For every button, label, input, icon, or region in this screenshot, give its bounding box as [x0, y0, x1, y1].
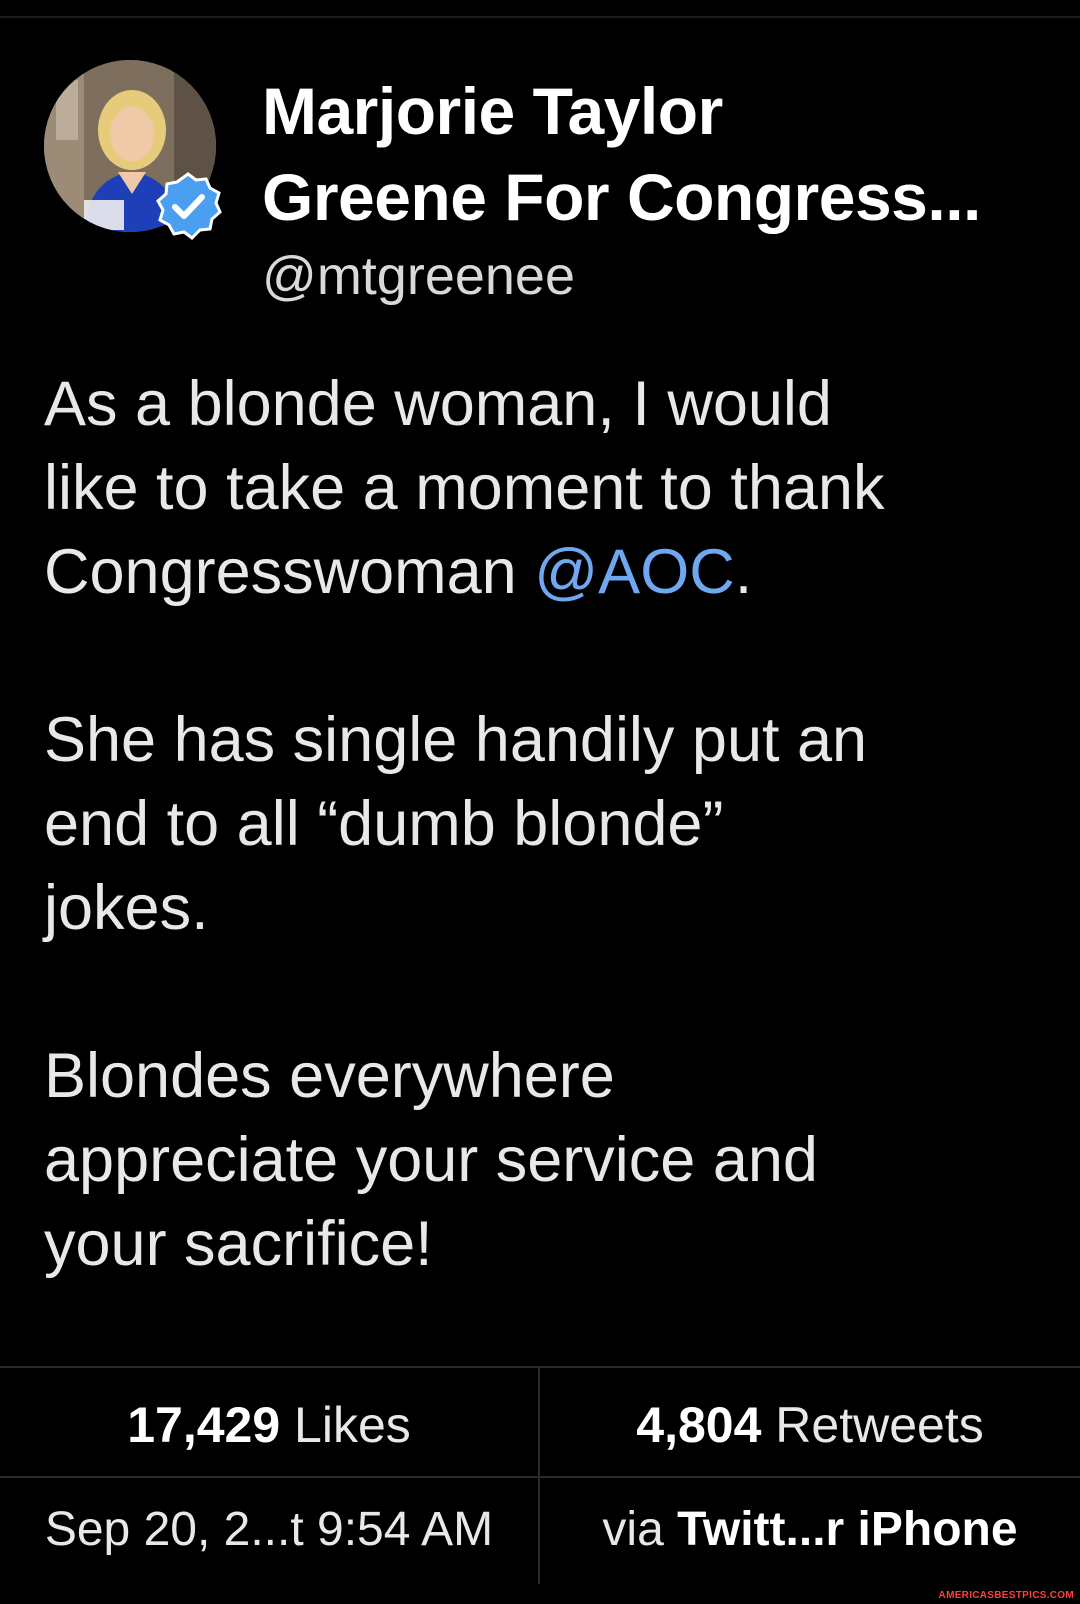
mention-link[interactable]: @AOC	[534, 537, 734, 607]
stats-divider-top	[0, 1366, 1080, 1368]
display-name-line-1: Marjorie Taylor	[262, 74, 723, 148]
tweet-line: Blondes everywhere	[44, 1041, 615, 1111]
tweet-client[interactable]: via Twitt...r iPhone	[540, 1490, 1080, 1570]
likes-label: Likes	[294, 1397, 411, 1453]
display-name[interactable]: Marjorie Taylor Greene For Congress...	[262, 68, 1062, 240]
tweet-line: end to all “dumb blonde”	[44, 789, 724, 859]
tweet-text-fragment: Congresswoman	[44, 537, 535, 607]
tweet-line: She has single handily put an	[44, 705, 868, 775]
display-name-line-2: Greene For Congress...	[262, 160, 981, 234]
likes-count: 17,429	[127, 1397, 281, 1453]
username-handle[interactable]: @mtgreenee	[262, 244, 575, 308]
tweet-line: appreciate your service and	[44, 1125, 818, 1195]
retweets-stat[interactable]: 4,804 Retweets	[540, 1380, 1080, 1470]
watermark: AMERICASBESTPICS.COM	[938, 1590, 1074, 1601]
tweet-line: As a blonde woman, I would	[44, 369, 832, 439]
footer-bar	[0, 1588, 1080, 1604]
retweets-label: Retweets	[775, 1397, 984, 1453]
tweet-timestamp[interactable]: Sep 20, 2...t 9:54 AM	[0, 1490, 538, 1570]
stats-divider-bottom	[0, 1476, 1080, 1478]
client-prefix: via	[602, 1503, 678, 1556]
tweet-line: jokes.	[44, 873, 209, 943]
tweet-text-fragment: .	[734, 537, 753, 607]
client-name: Twitt...r iPhone	[677, 1503, 1018, 1556]
tweet-line: your sacrifice!	[44, 1209, 433, 1279]
tweet-line: Congresswoman @AOC.	[44, 530, 1054, 614]
likes-stat[interactable]: 17,429 Likes	[0, 1380, 538, 1470]
verified-badge-icon	[156, 172, 222, 240]
tweet-text: As a blonde woman, I would like to take a…	[44, 362, 1054, 1286]
top-divider	[0, 16, 1080, 18]
retweets-count: 4,804	[636, 1397, 762, 1453]
tweet-line: like to take a moment to thank	[44, 453, 885, 523]
